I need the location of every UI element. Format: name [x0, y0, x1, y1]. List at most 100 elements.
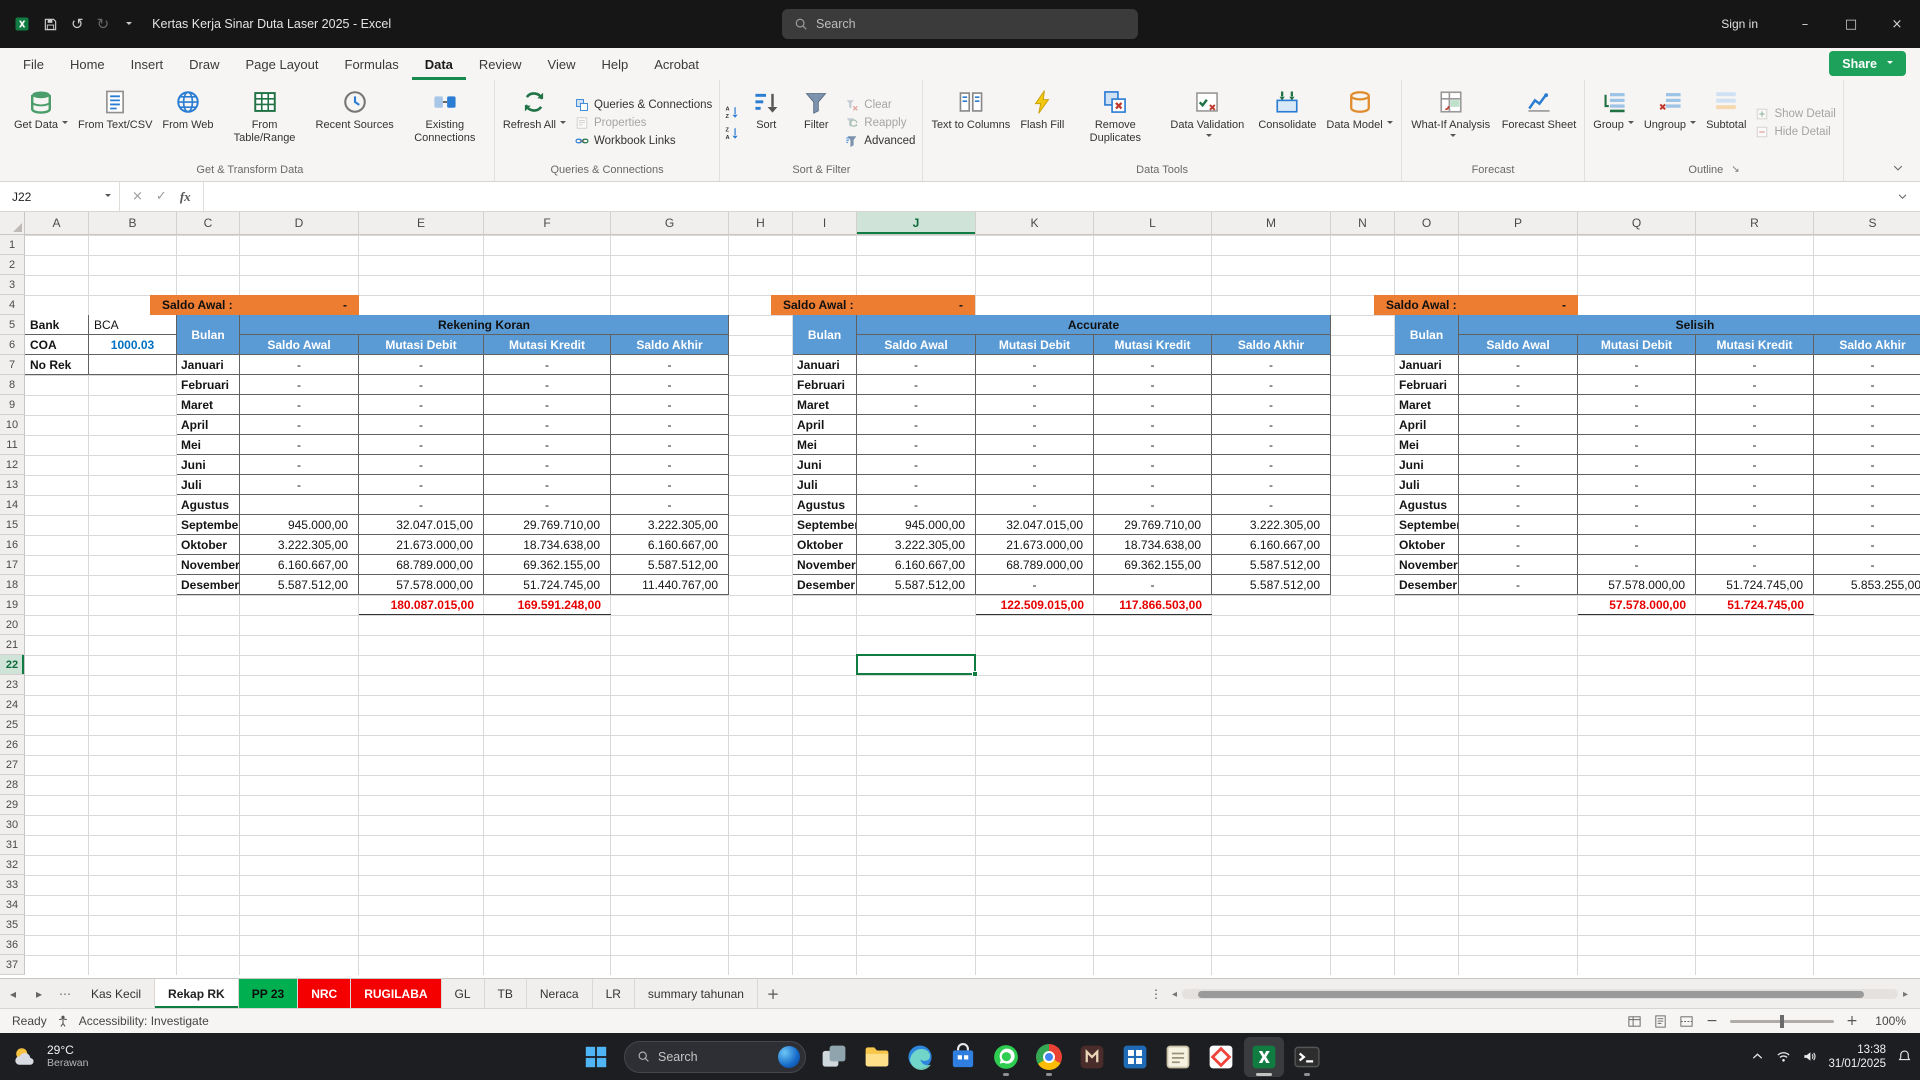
cell-A7[interactable]: No Rek [25, 355, 89, 375]
cell-R18[interactable]: 51.724.745,00 [1696, 575, 1814, 595]
cell-S7[interactable]: - [1814, 355, 1920, 375]
row-header-29[interactable]: 29 [0, 795, 25, 815]
zoom-in-button[interactable]: + [1845, 1013, 1859, 1029]
zoom-out-button[interactable]: − [1705, 1013, 1719, 1029]
subtotal-button[interactable]: Subtotal [1701, 83, 1751, 162]
recent-sources-button[interactable]: Recent Sources [311, 83, 399, 162]
menu-tab-view[interactable]: View [535, 48, 589, 80]
cell-F7[interactable]: - [484, 355, 611, 375]
menu-tab-file[interactable]: File [10, 48, 57, 80]
insert-function-icon[interactable]: fx [180, 189, 191, 205]
cell-D18[interactable]: 5.587.512,00 [240, 575, 359, 595]
table-title-rekening-koran[interactable]: Rekening Koran [240, 315, 729, 335]
cell-I18[interactable]: Desember [793, 575, 857, 595]
cell-C18[interactable]: Desember [177, 575, 240, 595]
menu-tab-help[interactable]: Help [588, 48, 641, 80]
cell-R12[interactable]: - [1696, 455, 1814, 475]
cell-D7[interactable]: - [240, 355, 359, 375]
sheet-tab-rekap-rk[interactable]: Rekap RK [155, 979, 239, 1008]
cell-K11[interactable]: - [976, 435, 1094, 455]
cell-K12[interactable]: - [976, 455, 1094, 475]
fill-handle[interactable] [972, 671, 978, 677]
row-header-6[interactable]: 6 [0, 335, 25, 355]
cell-G8[interactable]: - [611, 375, 729, 395]
column-header-J[interactable]: J [857, 212, 976, 234]
cell-I12[interactable]: Juni [793, 455, 857, 475]
cell-Q12[interactable]: - [1578, 455, 1696, 475]
cell-F11[interactable]: - [484, 435, 611, 455]
cell-G9[interactable]: - [611, 395, 729, 415]
group-button[interactable]: Group [1588, 83, 1639, 162]
sheet-tab-nrc[interactable]: NRC [298, 979, 351, 1008]
cell-R10[interactable]: - [1696, 415, 1814, 435]
titlebar-search[interactable]: Search [782, 9, 1138, 39]
undo-icon[interactable]: ↺ [71, 17, 84, 32]
cell-B6[interactable]: 1000.03 [89, 335, 177, 355]
cell-O15[interactable]: September [1395, 515, 1459, 535]
cell-F12[interactable]: - [484, 455, 611, 475]
cell-L13[interactable]: - [1094, 475, 1212, 495]
cell-S17[interactable]: - [1814, 555, 1920, 575]
menu-tab-insert[interactable]: Insert [118, 48, 177, 80]
menu-tab-data[interactable]: Data [412, 48, 466, 80]
cell-I16[interactable]: Oktober [793, 535, 857, 555]
remove-duplicates-button[interactable]: Remove Duplicates [1069, 83, 1161, 162]
cell-I14[interactable]: Agustus [793, 495, 857, 515]
page-break-view-icon[interactable] [1679, 1014, 1694, 1029]
cell-J18[interactable]: 5.587.512,00 [857, 575, 976, 595]
row-header-33[interactable]: 33 [0, 875, 25, 895]
cell-O9[interactable]: Maret [1395, 395, 1459, 415]
row-header-31[interactable]: 31 [0, 835, 25, 855]
page-layout-view-icon[interactable] [1653, 1014, 1668, 1029]
cell-E6[interactable]: Mutasi Debit [359, 335, 484, 355]
cell-K19[interactable]: 122.509.015,00 [976, 595, 1094, 615]
taskbar-anydesk-icon[interactable] [1201, 1037, 1241, 1077]
cell-I7[interactable]: Januari [793, 355, 857, 375]
row-header-11[interactable]: 11 [0, 435, 25, 455]
column-header-S[interactable]: S [1814, 212, 1920, 234]
cell-D15[interactable]: 945.000,00 [240, 515, 359, 535]
column-header-Q[interactable]: Q [1578, 212, 1696, 234]
cell-G18[interactable]: 11.440.767,00 [611, 575, 729, 595]
data-model-button[interactable]: Data Model [1321, 83, 1397, 162]
cell-Q16[interactable]: - [1578, 535, 1696, 555]
cell-D14[interactable] [240, 495, 359, 515]
workbook-links-button[interactable]: Workbook Links [575, 134, 712, 148]
cell-C8[interactable]: Februari [177, 375, 240, 395]
cell-E7[interactable]: - [359, 355, 484, 375]
spreadsheet-grid[interactable]: 1234567891011121314151617181920212223242… [0, 235, 1920, 978]
cell-J6[interactable]: Saldo Awal [857, 335, 976, 355]
cell-F10[interactable]: - [484, 415, 611, 435]
column-header-C[interactable]: C [177, 212, 240, 234]
cell-M12[interactable]: - [1212, 455, 1331, 475]
row-header-19[interactable]: 19 [0, 595, 25, 615]
taskbar-file-explorer-icon[interactable] [857, 1037, 897, 1077]
cell-C9[interactable]: Maret [177, 395, 240, 415]
cell-Q10[interactable]: - [1578, 415, 1696, 435]
share-button[interactable]: Share [1829, 51, 1906, 76]
cell-B5[interactable]: BCA [89, 315, 177, 335]
consolidate-button[interactable]: Consolidate [1253, 83, 1321, 162]
cell-P10[interactable]: - [1459, 415, 1578, 435]
menu-tab-home[interactable]: Home [57, 48, 118, 80]
scrollbar-thumb[interactable] [1198, 991, 1864, 998]
column-header-O[interactable]: O [1395, 212, 1459, 234]
scroll-left-icon[interactable]: ◂ [1172, 989, 1177, 1000]
new-sheet-button[interactable]: + [758, 979, 788, 1008]
formula-input[interactable] [204, 182, 1885, 211]
cell-K16[interactable]: 21.673.000,00 [976, 535, 1094, 555]
cell-O7[interactable]: Januari [1395, 355, 1459, 375]
cell-M8[interactable]: - [1212, 375, 1331, 395]
column-header-H[interactable]: H [729, 212, 793, 234]
row-header-15[interactable]: 15 [0, 515, 25, 535]
text-to-columns-button[interactable]: Text to Columns [926, 83, 1015, 162]
cell-S13[interactable]: - [1814, 475, 1920, 495]
cell-F13[interactable]: - [484, 475, 611, 495]
cell-P17[interactable]: - [1459, 555, 1578, 575]
close-button[interactable]: × [1874, 0, 1920, 48]
cell-Q14[interactable]: - [1578, 495, 1696, 515]
cell-G14[interactable]: - [611, 495, 729, 515]
menu-tab-page-layout[interactable]: Page Layout [233, 48, 332, 80]
zoom-slider[interactable] [1730, 1020, 1834, 1023]
cell-Q17[interactable]: - [1578, 555, 1696, 575]
